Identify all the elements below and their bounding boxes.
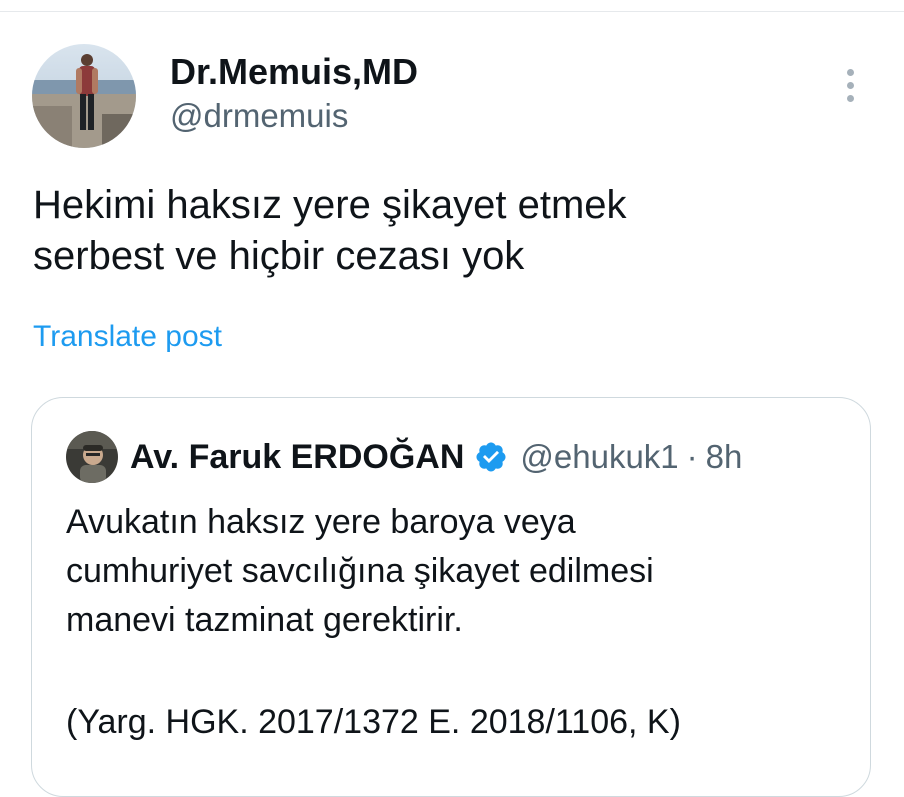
quoted-author-display-name[interactable]: Av. Faruk ERDOĞAN (130, 436, 464, 478)
author-display-name[interactable]: Dr.Memuis,MD (170, 52, 418, 92)
more-options-icon (847, 69, 854, 76)
more-options-button[interactable] (836, 66, 866, 106)
header-separator: · (686, 438, 698, 475)
quoted-post-card[interactable]: Av. Faruk ERDOĞAN @ehukuk1 · 8h Avukatın… (31, 397, 871, 797)
profile-photo-icon (32, 44, 136, 148)
verified-badge-icon (476, 442, 506, 472)
author-avatar[interactable] (32, 44, 136, 148)
quoted-post-timestamp[interactable]: 8h (706, 436, 743, 478)
quoted-text-line: manevi tazminat gerektirir. (66, 601, 463, 639)
post-text: Hekimi haksız yere şikayet etmek serbest… (33, 180, 853, 282)
author-handle[interactable]: @drmemuis (170, 97, 348, 135)
top-divider (0, 11, 904, 12)
quoted-post-header: Av. Faruk ERDOĞAN @ehukuk1 · 8h (130, 436, 742, 478)
post-text-line: serbest ve hiçbir cezası yok (33, 234, 525, 278)
quoted-post-citation: (Yarg. HGK. 2017/1372 E. 2018/1106, K) (66, 703, 681, 741)
post-text-line: Hekimi haksız yere şikayet etmek (33, 183, 627, 227)
quoted-text-line: Avukatın haksız yere baroya veya (66, 503, 576, 541)
translate-post-link[interactable]: Translate post (33, 318, 222, 356)
quoted-author-avatar[interactable] (66, 431, 118, 483)
profile-photo-icon (66, 431, 118, 483)
quoted-author-handle[interactable]: @ehukuk1 (520, 436, 678, 478)
more-options-icon-dot (847, 95, 854, 102)
quoted-post-text: Avukatın haksız yere baroya veya cumhuri… (66, 498, 856, 645)
quoted-text-line: cumhuriyet savcılığına şikayet edilmesi (66, 552, 654, 590)
more-options-icon-dot (847, 82, 854, 89)
